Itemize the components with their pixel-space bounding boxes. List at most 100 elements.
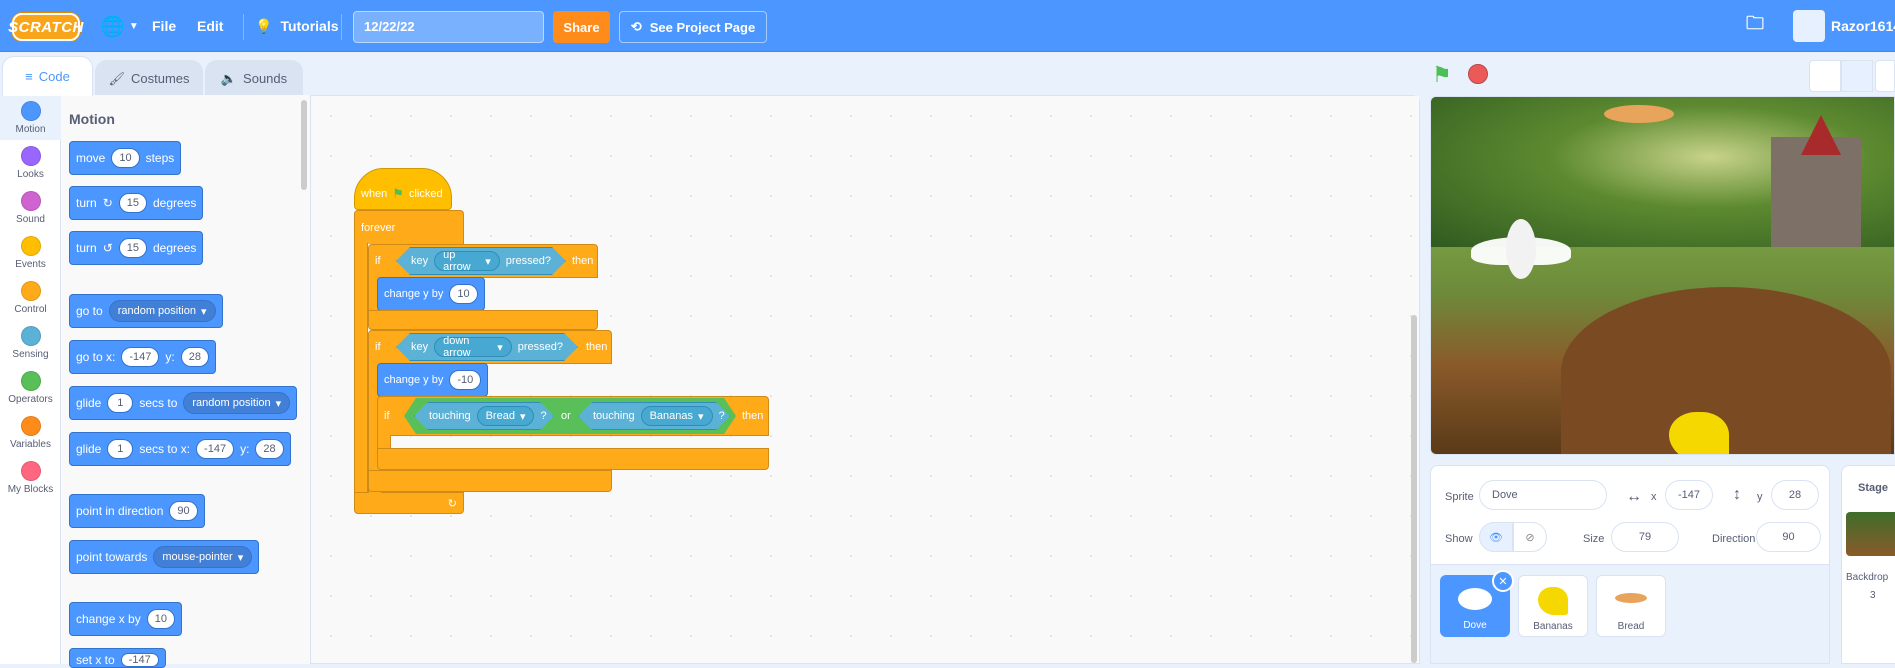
block-text: key [411, 341, 429, 353]
rotate-right-icon: ↻ [102, 196, 113, 210]
sprite-thumb-bread[interactable]: Bread [1596, 575, 1666, 637]
workspace-scrollbar[interactable] [1411, 315, 1417, 663]
category-sensing[interactable]: Sensing [0, 320, 61, 365]
change-y-block[interactable]: change y by -10 [377, 363, 489, 397]
tab-sounds[interactable]: 🔈 Sounds [205, 60, 303, 96]
number-input[interactable]: 1 [107, 393, 134, 413]
direction-input[interactable]: 90 [1756, 522, 1821, 552]
small-stage-button[interactable] [1809, 60, 1841, 92]
number-input[interactable]: 90 [169, 501, 198, 521]
category-events[interactable]: Events [0, 230, 61, 275]
touching-bread-block[interactable]: touching Bread ▾? [414, 402, 554, 430]
touching-bananas-block[interactable]: touching Bananas ▾? [578, 402, 730, 430]
key-dropdown[interactable]: down arrow ▾ [434, 337, 512, 357]
bread-sprite[interactable] [1604, 105, 1674, 123]
category-control[interactable]: Control [0, 275, 61, 320]
category-looks[interactable]: Looks [0, 140, 61, 185]
set-x-block[interactable]: set x to -147 [69, 648, 166, 668]
point-towards-block[interactable]: point towards mouse-pointer ▾ [69, 540, 260, 574]
move-steps-block[interactable]: move 10 steps [69, 141, 182, 175]
category-variables[interactable]: Variables [0, 410, 61, 455]
file-menu[interactable]: File [152, 0, 176, 52]
stage-canvas[interactable] [1430, 96, 1895, 455]
number-input[interactable]: -10 [449, 370, 482, 390]
stage-target-panel[interactable]: Stage Backdrop 3 [1841, 465, 1895, 664]
y-input[interactable]: 28 [1771, 480, 1819, 510]
point-in-direction-block[interactable]: point in direction 90 [69, 494, 205, 528]
username: Razor1614 [1831, 18, 1895, 34]
block-text: y: [165, 350, 175, 364]
key-pressed-block[interactable]: key down arrow ▾ pressed? [396, 333, 578, 361]
when-flag-clicked-block[interactable]: when ⚑ clicked [354, 168, 452, 210]
number-input[interactable]: -147 [120, 653, 159, 667]
target-dropdown[interactable]: random position ▾ [183, 392, 291, 414]
tab-costumes[interactable]: 🖌 Costumes [95, 60, 203, 96]
forever-block[interactable]: forever [354, 210, 464, 244]
key-pressed-block[interactable]: key up arrow ▾ pressed? [396, 247, 566, 275]
fullscreen-button[interactable] [1875, 60, 1895, 92]
block-text: change x by [76, 612, 141, 626]
brush-icon: 🖌 [108, 70, 125, 86]
sprite-thumb-bananas[interactable]: Bananas [1518, 575, 1588, 637]
folder-icon[interactable]: 🗀 [1746, 0, 1764, 52]
key-dropdown[interactable]: up arrow ▾ [434, 251, 500, 271]
if-footer [368, 310, 598, 330]
category-motion[interactable]: Motion [0, 95, 61, 140]
sprite-name-input[interactable]: Dove [1479, 480, 1607, 510]
sprite-dropdown[interactable]: Bananas ▾ [641, 406, 713, 426]
number-input[interactable]: 15 [118, 193, 147, 213]
category-operators[interactable]: Operators [0, 365, 61, 410]
target-dropdown[interactable]: mouse-pointer ▾ [153, 546, 253, 568]
then-label: then [742, 410, 764, 422]
size-label: Size [1583, 533, 1605, 545]
number-input[interactable]: 10 [111, 148, 140, 168]
block-text: steps [145, 151, 175, 165]
block-text: secs to [139, 396, 178, 410]
palette-scrollbar[interactable] [301, 100, 307, 190]
delete-sprite-icon[interactable]: ✕ [1492, 570, 1514, 592]
x-input[interactable]: -147 [121, 347, 160, 367]
change-y-block[interactable]: change y by 10 [377, 277, 485, 311]
language-button[interactable]: 🌐 ▼ [100, 0, 139, 52]
turn-left-block[interactable]: turn ↺ 15 degrees [69, 231, 204, 265]
turn-right-block[interactable]: turn ↻ 15 degrees [69, 186, 204, 220]
account-menu[interactable]: Razor1614 [1793, 0, 1895, 52]
x-input[interactable]: -147 [1665, 480, 1713, 510]
number-input[interactable]: 15 [118, 238, 147, 258]
see-project-page-button[interactable]: ⟲ See Project Page [619, 11, 767, 43]
category-sound[interactable]: Sound [0, 185, 61, 230]
category-my-blocks[interactable]: My Blocks [0, 455, 61, 500]
target-dropdown[interactable]: random position ▾ [108, 300, 216, 322]
x-input[interactable]: -147 [196, 439, 235, 459]
green-flag-icon[interactable]: ⚑ [1432, 62, 1452, 88]
bananas-sprite[interactable] [1669, 412, 1729, 454]
show-visible-button[interactable]: 👁 [1479, 522, 1513, 552]
stop-icon[interactable] [1468, 64, 1488, 84]
menu-divider [341, 14, 342, 40]
speaker-icon: 🔈 [220, 70, 238, 86]
category-label: Motion [15, 124, 46, 135]
number-input[interactable]: 1 [107, 439, 134, 459]
y-input[interactable]: 28 [255, 439, 284, 459]
y-input[interactable]: 28 [180, 347, 209, 367]
number-input[interactable]: 10 [449, 284, 478, 304]
change-x-block[interactable]: change x by 10 [69, 602, 182, 636]
tutorials-button[interactable]: 💡 Tutorials [255, 0, 339, 52]
block-text: go to [76, 304, 103, 318]
glide-to-xy-block[interactable]: glide 1 secs to x: -147 y: 28 [69, 432, 291, 466]
edit-menu[interactable]: Edit [197, 0, 223, 52]
glide-to-block[interactable]: glide 1 secs to random position ▾ [69, 386, 298, 420]
share-button[interactable]: Share [553, 11, 610, 43]
number-input[interactable]: 10 [146, 609, 175, 629]
scratch-logo[interactable]: SCRATCH [8, 13, 83, 41]
dove-sprite[interactable] [1471, 207, 1571, 287]
sprite-dropdown[interactable]: Bread ▾ [477, 406, 535, 426]
large-stage-button[interactable] [1841, 60, 1873, 92]
project-title-input[interactable]: 12/22/22 [353, 11, 544, 43]
show-hidden-button[interactable]: ⊘ [1513, 522, 1547, 552]
tab-code[interactable]: ≡ Code [2, 56, 93, 96]
go-to-block[interactable]: go to random position ▾ [69, 294, 223, 328]
size-input[interactable]: 79 [1611, 522, 1679, 552]
go-to-xy-block[interactable]: go to x: -147 y: 28 [69, 340, 216, 374]
tab-code-label: Code [38, 69, 70, 84]
